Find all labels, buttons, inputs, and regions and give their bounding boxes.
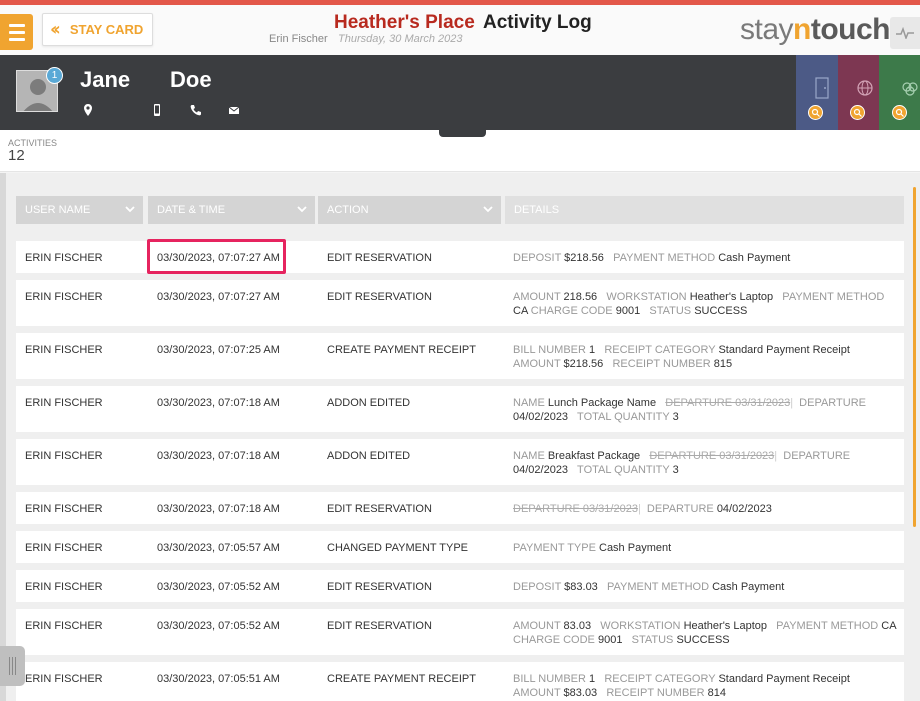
row-datetime: 03/30/2023, 07:07:18 AM (157, 503, 280, 515)
row-action: EDIT RESERVATION (327, 291, 432, 303)
row-action: ADDON EDITED (327, 397, 411, 409)
column-header-date-time[interactable]: DATE & TIME (148, 196, 315, 224)
page-title: Activity Log (483, 12, 592, 33)
row-action: EDIT RESERVATION (327, 581, 432, 593)
row-datetime: 03/30/2023, 07:05:51 AM (157, 673, 280, 685)
magnifier-icon (892, 105, 907, 120)
row-user: ERIN FISCHER (25, 397, 103, 409)
row-details: NAME Lunch Package Name DEPARTURE 03/31/… (513, 397, 866, 423)
activity-row: ERIN FISCHER 03/30/2023, 07:07:18 AM ADD… (16, 386, 904, 432)
row-action: ADDON EDITED (327, 450, 411, 462)
hotel-name: Heather's Place (334, 12, 475, 33)
row-details: BILL NUMBER 1 RECEIPT CATEGORY Standard … (513, 673, 850, 699)
row-details: AMOUNT 83.03 WORKSTATION Heather's Lapto… (513, 620, 896, 646)
activity-row: ERIN FISCHER 03/30/2023, 07:07:18 AM EDI… (16, 492, 904, 524)
row-details: DEPARTURE 03/31/2023| DEPARTURE 04/02/20… (513, 503, 772, 515)
row-action: CHANGED PAYMENT TYPE (327, 542, 468, 554)
pulse-icon (896, 27, 914, 39)
activities-count: 12 (8, 147, 25, 164)
row-action: EDIT RESERVATION (327, 620, 432, 632)
row-datetime: 03/30/2023, 07:07:27 AM (157, 291, 280, 303)
activity-row: ERIN FISCHER 03/30/2023, 07:05:52 AM EDI… (16, 570, 904, 602)
row-details: NAME Breakfast Package DEPARTURE 03/31/2… (513, 450, 851, 476)
guest-count-badge: 1 (46, 67, 63, 84)
magnifier-icon (850, 105, 865, 120)
row-datetime: 03/30/2023, 07:07:18 AM (157, 450, 280, 462)
guest-card-bar: 1 Jane Doe (0, 55, 920, 130)
activity-row: ERIN FISCHER 03/30/2023, 07:07:25 AM CRE… (16, 333, 904, 379)
globe-icon (857, 80, 873, 96)
chevron-down-icon (483, 206, 493, 213)
chevron-down-icon (297, 206, 307, 213)
row-user: ERIN FISCHER (25, 450, 103, 462)
row-datetime: 03/30/2023, 07:07:27 AM (157, 252, 280, 264)
loyalty-tile[interactable] (879, 55, 920, 130)
row-datetime: 03/30/2023, 07:07:18 AM (157, 397, 280, 409)
activity-pulse-button[interactable] (890, 17, 920, 49)
stay-card-back-button[interactable]: ‹‹ STAY CARD (42, 13, 153, 46)
row-details: BILL NUMBER 1 RECEIPT CATEGORY Standard … (513, 344, 850, 370)
row-user: ERIN FISCHER (25, 581, 103, 593)
guest-card-pull-tab[interactable] (439, 130, 486, 137)
phone-icon[interactable] (189, 103, 203, 117)
row-action: CREATE PAYMENT RECEIPT (327, 344, 476, 356)
guest-first-name: Jane (80, 67, 131, 92)
row-user: ERIN FISCHER (25, 291, 103, 303)
row-user: ERIN FISCHER (25, 344, 103, 356)
row-datetime: 03/30/2023, 07:05:57 AM (157, 542, 280, 554)
row-user: ERIN FISCHER (25, 503, 103, 515)
drawer-handle[interactable] (0, 646, 25, 686)
rate-tile[interactable] (838, 55, 879, 130)
hamburger-menu-button[interactable] (0, 14, 33, 50)
row-datetime: 03/30/2023, 07:07:25 AM (157, 344, 280, 356)
scrollbar[interactable] (913, 187, 916, 527)
row-details: AMOUNT 218.56 WORKSTATION Heather's Lapt… (513, 291, 885, 317)
door-icon (815, 77, 829, 99)
row-details: DEPOSIT $83.03 PAYMENT METHOD Cash Payme… (513, 581, 785, 593)
stay-card-label: STAY CARD (69, 22, 144, 37)
guest-last-name: Doe (170, 67, 212, 92)
activity-row: ERIN FISCHER 03/30/2023, 07:05:52 AM EDI… (16, 609, 904, 655)
column-header-user-name[interactable]: USER NAME (16, 196, 143, 224)
activity-row: ERIN FISCHER 03/30/2023, 07:07:27 AM EDI… (16, 280, 904, 326)
row-details: DEPOSIT $218.56 PAYMENT METHOD Cash Paym… (513, 252, 791, 264)
column-header-action[interactable]: ACTION (318, 196, 501, 224)
row-action: EDIT RESERVATION (327, 503, 432, 515)
row-details: PAYMENT TYPE Cash Payment (513, 542, 672, 554)
row-user: ERIN FISCHER (25, 673, 103, 685)
mobile-phone-icon[interactable] (150, 103, 164, 117)
stayntouch-logo: stayntouch (740, 13, 891, 46)
rings-icon (902, 82, 918, 96)
business-date: Thursday, 30 March 2023 (338, 33, 463, 45)
app-header: ‹‹ STAY CARD Heather's Place Activity Lo… (0, 5, 920, 55)
row-datetime: 03/30/2023, 07:05:52 AM (157, 620, 280, 632)
row-action: CREATE PAYMENT RECEIPT (327, 673, 476, 685)
activity-row: ERIN FISCHER 03/30/2023, 07:05:57 AM CHA… (16, 531, 904, 563)
email-icon[interactable] (227, 103, 241, 117)
chevron-down-icon (125, 206, 135, 213)
row-user: ERIN FISCHER (25, 252, 103, 264)
activity-row: ERIN FISCHER 03/30/2023, 07:07:18 AM ADD… (16, 439, 904, 485)
logged-in-user: Erin Fischer (269, 33, 328, 45)
activity-row: ERIN FISCHER 03/30/2023, 07:05:51 AM CRE… (16, 662, 904, 701)
double-chevron-left-icon: ‹‹ (50, 19, 61, 40)
activity-row: ERIN FISCHER 03/30/2023, 07:07:27 AM EDI… (16, 241, 904, 273)
magnifier-icon (808, 105, 823, 120)
column-header-details: DETAILS (505, 196, 904, 224)
row-datetime: 03/30/2023, 07:05:52 AM (157, 581, 280, 593)
row-user: ERIN FISCHER (25, 620, 103, 632)
room-tile[interactable] (796, 55, 838, 130)
row-user: ERIN FISCHER (25, 542, 103, 554)
row-action: EDIT RESERVATION (327, 252, 432, 264)
location-pin-icon[interactable] (81, 103, 95, 117)
